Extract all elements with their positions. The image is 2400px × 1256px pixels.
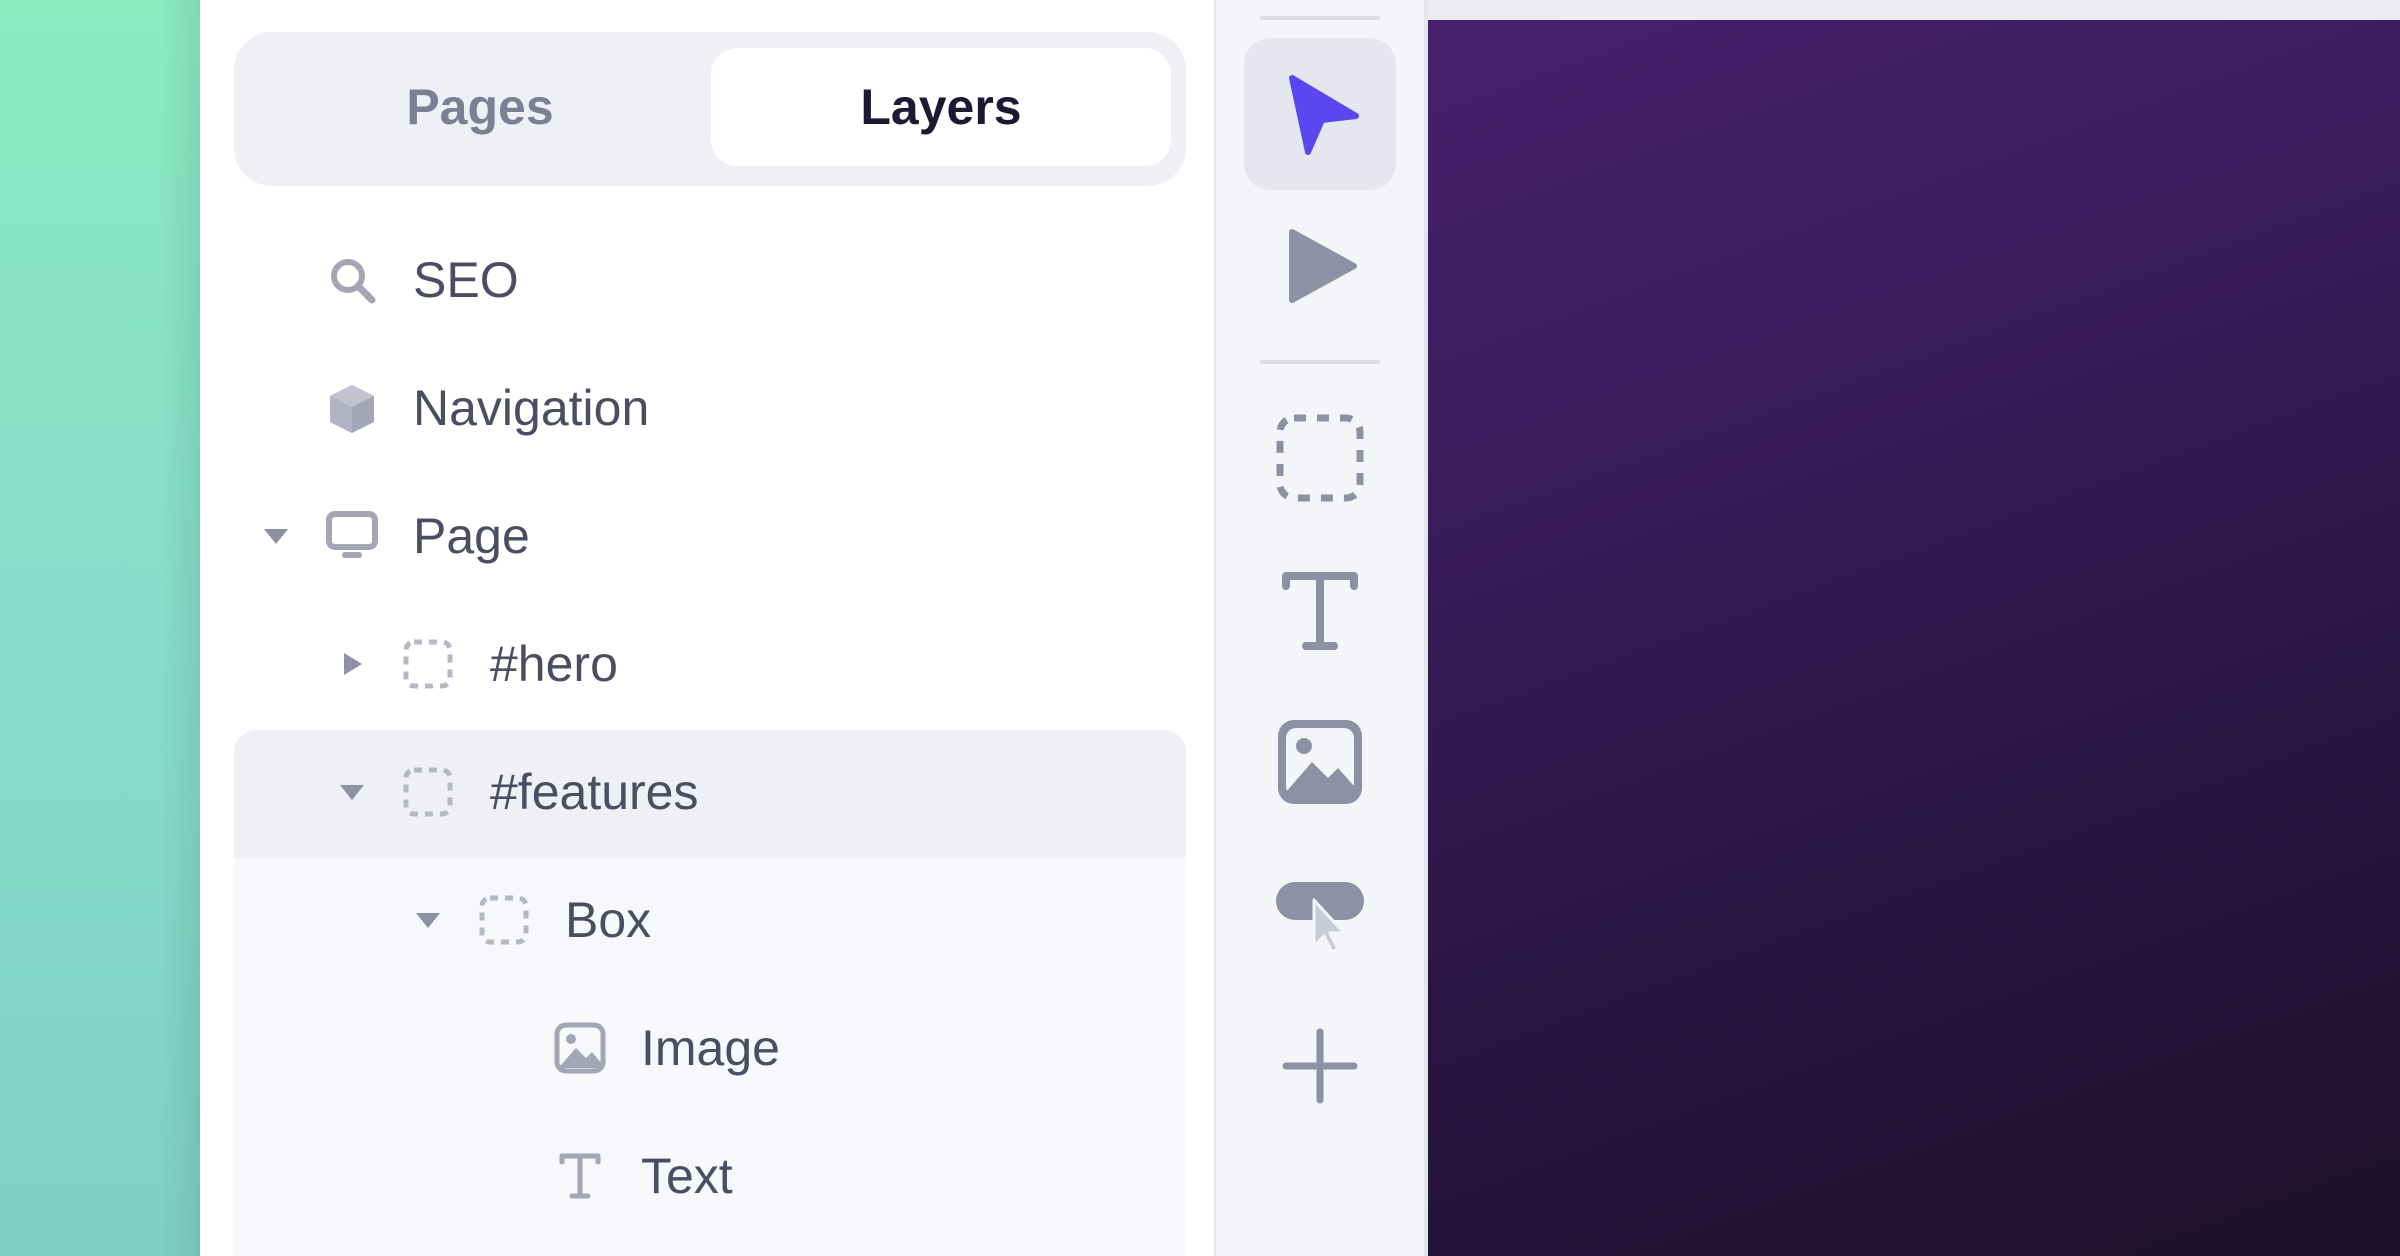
layer-label: Image	[641, 1020, 780, 1076]
layer-row-image[interactable]: Image	[200, 984, 1214, 1112]
image-icon	[1278, 720, 1362, 804]
layer-row-navigation[interactable]: Navigation	[200, 344, 1214, 472]
box-outline-icon	[1276, 414, 1364, 502]
select-tool-button[interactable]	[1244, 38, 1396, 190]
layer-row-box[interactable]: Box	[200, 856, 1214, 984]
play-icon	[1289, 229, 1357, 303]
box-tool-button[interactable]	[1244, 382, 1396, 534]
box-outline-icon	[403, 639, 453, 689]
layer-label: Page	[413, 508, 530, 564]
text-icon	[559, 1153, 601, 1199]
layer-label: Box	[565, 892, 652, 948]
monitor-icon	[326, 511, 378, 558]
tool-bar	[1216, 0, 1424, 1256]
tab-pages[interactable]: Pages	[250, 48, 710, 166]
canvas-artboard[interactable]	[1428, 20, 2400, 1256]
text-tool-button[interactable]	[1244, 534, 1396, 686]
toolbar-separator	[1260, 16, 1380, 20]
search-icon	[331, 259, 376, 304]
layer-row-seo[interactable]: SEO	[200, 216, 1214, 344]
panel-tab-switcher: Pages Layers	[234, 32, 1186, 186]
add-tool-button[interactable]	[1244, 990, 1396, 1142]
preview-tool-button[interactable]	[1244, 190, 1396, 342]
component-icon	[330, 385, 374, 433]
layer-label: #hero	[490, 636, 618, 692]
box-outline-icon	[479, 895, 529, 945]
layer-label: SEO	[413, 252, 519, 308]
toolbar-separator	[1260, 360, 1380, 364]
layer-label: Text	[641, 1148, 733, 1204]
button-tool-button[interactable]	[1244, 838, 1396, 990]
chevron-down-icon[interactable]	[338, 778, 366, 806]
layer-label: Navigation	[413, 380, 650, 436]
layer-row-hero[interactable]: #hero	[200, 600, 1214, 728]
layer-row-page[interactable]: Page	[200, 472, 1214, 600]
chevron-down-icon[interactable]	[414, 906, 442, 934]
layer-row-text[interactable]: Text	[200, 1112, 1214, 1240]
image-tool-button[interactable]	[1244, 686, 1396, 838]
plus-icon	[1282, 1028, 1358, 1104]
layer-row-features[interactable]: #features	[200, 728, 1214, 856]
design-canvas[interactable]	[1428, 0, 2400, 1256]
chevron-right-icon[interactable]	[338, 650, 366, 678]
image-icon	[554, 1022, 606, 1074]
tab-layers[interactable]: Layers	[711, 48, 1171, 166]
text-icon	[1282, 572, 1358, 650]
button-icon	[1276, 882, 1364, 954]
backdrop	[0, 0, 200, 1256]
pointer-icon	[1289, 75, 1359, 155]
layers-panel: Pages Layers SEO Navigation Page #hero #…	[200, 0, 1214, 1256]
chevron-down-icon[interactable]	[262, 522, 290, 550]
box-outline-icon	[403, 767, 453, 817]
layer-label: #features	[490, 764, 699, 820]
